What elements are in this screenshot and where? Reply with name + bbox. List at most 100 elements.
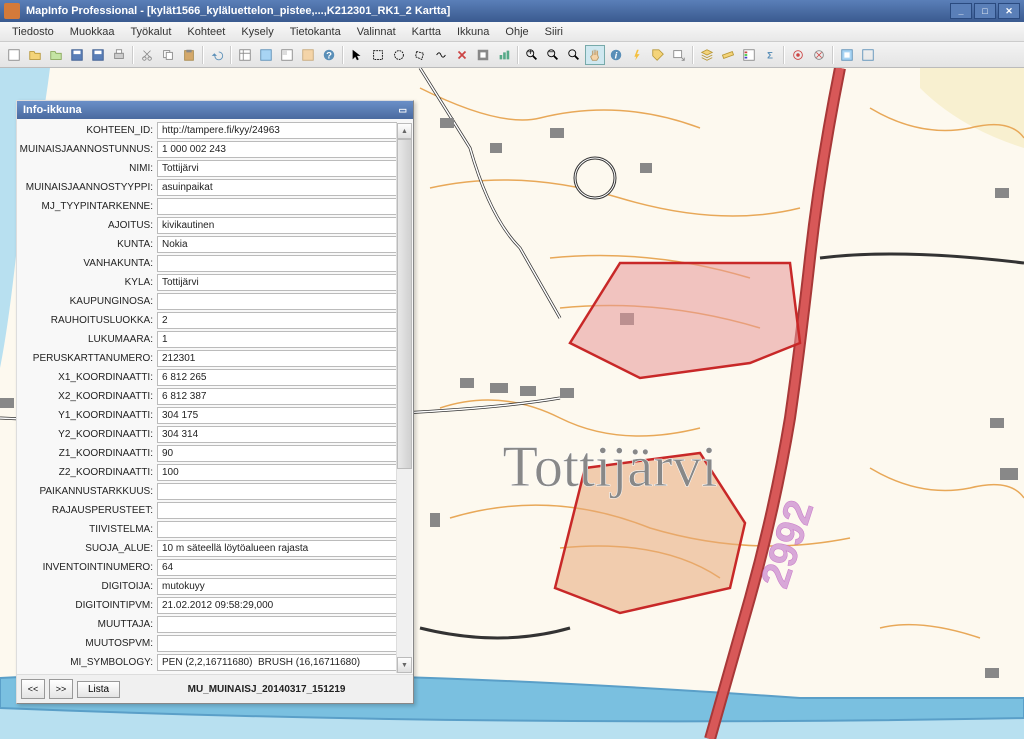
info-field-label: X1_KOORDINAATTI: [19,372,157,383]
info-field-row: Y2_KOORDINAATTI: [19,425,411,444]
pointer-icon[interactable] [347,45,367,65]
boundary-select-icon[interactable] [431,45,451,65]
new-redistrict-icon[interactable] [298,45,318,65]
new-table-icon[interactable] [4,45,24,65]
menu-työkalut[interactable]: Työkalut [122,24,179,40]
info-field-row: MI_SYMBOLOGY: [19,653,411,672]
prev-record-button[interactable]: << [21,679,45,699]
new-mapper-icon[interactable] [256,45,276,65]
svg-text:+: + [527,48,533,58]
info-field-input[interactable] [157,635,397,652]
help-icon[interactable]: ? [319,45,339,65]
label-icon[interactable] [648,45,668,65]
info-field-input[interactable] [157,464,397,481]
cut-icon[interactable] [137,45,157,65]
info-field-input[interactable] [157,426,397,443]
scrollbar[interactable]: ▲ ▼ [396,123,412,673]
menu-siiri[interactable]: Siiri [537,24,571,40]
menu-kysely[interactable]: Kysely [233,24,281,40]
info-field-input[interactable] [157,236,397,253]
minimize-icon[interactable]: ▭ [398,105,407,116]
zoom-out-icon[interactable]: − [543,45,563,65]
next-record-button[interactable]: >> [49,679,73,699]
info-field-row: MUUTOSPVM: [19,634,411,653]
menu-ikkuna[interactable]: Ikkuna [449,24,497,40]
info-field-input[interactable] [157,654,397,671]
undo-icon[interactable] [207,45,227,65]
zoom-in-icon[interactable]: + [522,45,542,65]
layer-control-icon[interactable] [697,45,717,65]
scroll-up-icon[interactable]: ▲ [397,123,412,139]
info-field-input[interactable] [157,331,397,348]
info-field-label: X2_KOORDINAATTI: [19,391,157,402]
menu-tiedosto[interactable]: Tiedosto [4,24,62,40]
info-field-input[interactable] [157,407,397,424]
invert-select-icon[interactable] [473,45,493,65]
info-field-row: AJOITUS: [19,216,411,235]
info-field-row: PAIKANNUSTARKKUUS: [19,482,411,501]
menu-ohje[interactable]: Ohje [497,24,536,40]
info-tool-icon[interactable]: i [606,45,626,65]
info-field-input[interactable] [157,255,397,272]
graph-select-icon[interactable] [494,45,514,65]
info-field-input[interactable] [157,616,397,633]
save-ws-icon[interactable] [67,45,87,65]
info-field-input[interactable] [157,483,397,500]
info-field-input[interactable] [157,274,397,291]
drag-window-icon[interactable] [669,45,689,65]
minimize-button[interactable]: _ [950,3,972,19]
legend-icon[interactable] [739,45,759,65]
info-field-input[interactable] [157,559,397,576]
info-field-input[interactable] [157,502,397,519]
info-field-input[interactable] [157,578,397,595]
paste-icon[interactable] [179,45,199,65]
set-target-icon[interactable] [788,45,808,65]
info-field-input[interactable] [157,160,397,177]
scroll-down-icon[interactable]: ▼ [397,657,412,673]
hotlink-icon[interactable] [627,45,647,65]
marquee-select-icon[interactable] [368,45,388,65]
info-field-input[interactable] [157,179,397,196]
grabber-icon[interactable] [585,45,605,65]
polygon-select-icon[interactable] [410,45,430,65]
clip-on-off-icon[interactable] [858,45,878,65]
new-layout-icon[interactable] [277,45,297,65]
new-browser-icon[interactable] [235,45,255,65]
menu-kohteet[interactable]: Kohteet [179,24,233,40]
info-field-input[interactable] [157,198,397,215]
info-field-input[interactable] [157,122,397,139]
close-button[interactable]: ✕ [998,3,1020,19]
open-icon[interactable] [25,45,45,65]
info-field-input[interactable] [157,445,397,462]
menu-tietokanta[interactable]: Tietokanta [282,24,349,40]
menu-valinnat[interactable]: Valinnat [349,24,404,40]
clip-region-icon[interactable] [837,45,857,65]
unselect-icon[interactable] [452,45,472,65]
scrollbar-thumb[interactable] [397,139,412,469]
menu-kartta[interactable]: Kartta [404,24,449,40]
change-view-icon[interactable] [564,45,584,65]
save-icon[interactable] [88,45,108,65]
statistics-icon[interactable]: Σ [760,45,780,65]
info-field-input[interactable] [157,350,397,367]
copy-icon[interactable] [158,45,178,65]
info-field-input[interactable] [157,540,397,557]
ruler-icon[interactable] [718,45,738,65]
print-icon[interactable] [109,45,129,65]
maximize-button[interactable]: □ [974,3,996,19]
clear-target-icon[interactable] [809,45,829,65]
menu-muokkaa[interactable]: Muokkaa [62,24,123,40]
info-field-input[interactable] [157,217,397,234]
info-window-titlebar[interactable]: Info-ikkuna ▭ [17,101,413,119]
info-field-input[interactable] [157,388,397,405]
info-field-input[interactable] [157,293,397,310]
field-area [920,68,1024,148]
info-field-input[interactable] [157,521,397,538]
radius-select-icon[interactable] [389,45,409,65]
info-field-input[interactable] [157,141,397,158]
info-field-input[interactable] [157,312,397,329]
list-button[interactable]: Lista [77,681,120,698]
info-field-input[interactable] [157,597,397,614]
info-field-input[interactable] [157,369,397,386]
open-ws-icon[interactable] [46,45,66,65]
